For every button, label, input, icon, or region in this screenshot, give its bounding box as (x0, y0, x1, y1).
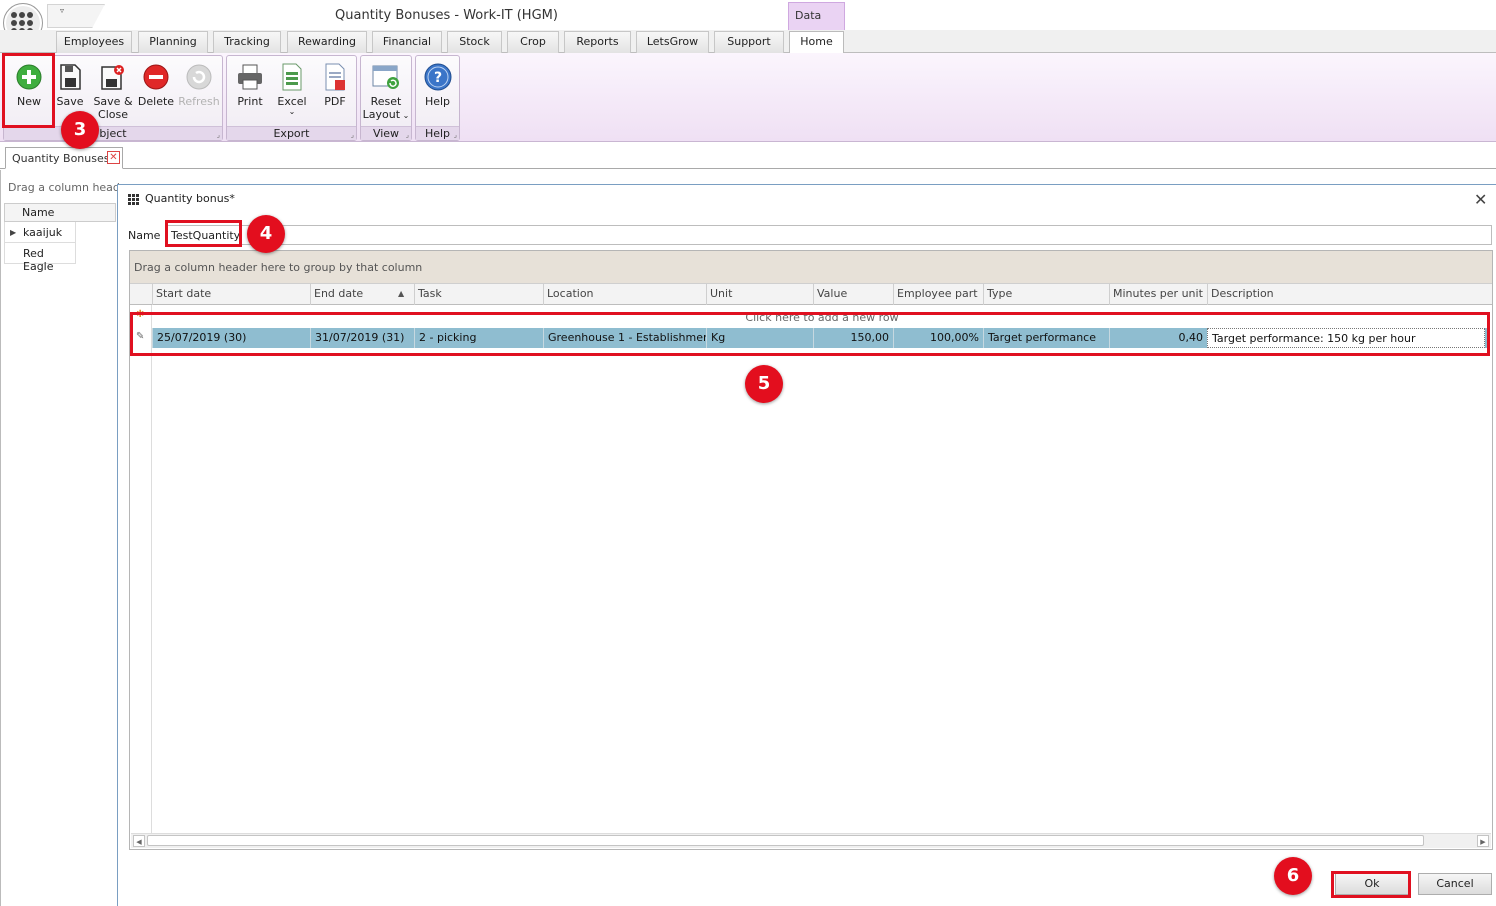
ribbon-group-view-label: View (361, 126, 411, 140)
refresh-button-label: Refresh (178, 95, 220, 108)
delete-button-label: Delete (137, 95, 175, 108)
excel-icon (278, 63, 306, 91)
dialog-launcher-icon[interactable]: ⌟ (454, 131, 457, 139)
reset-layout-label-1: Reset (370, 95, 402, 108)
help-button[interactable]: ? Help (417, 58, 458, 124)
reset-layout-label-2: Layout (362, 108, 401, 121)
column-header-minutes-per-unit[interactable]: Minutes per unit (1109, 283, 1207, 305)
column-header-description[interactable]: Description (1207, 283, 1492, 305)
refresh-icon (185, 63, 213, 91)
app-grid-icon (128, 194, 139, 205)
reset-layout-button[interactable]: Reset Layout ⌄ (362, 58, 410, 124)
help-icon: ? (424, 63, 452, 91)
annotation-highlight-new (2, 53, 55, 128)
dialog-launcher-icon[interactable]: ⌟ (406, 131, 409, 139)
annotation-badge-4: 4 (247, 215, 285, 253)
delete-button[interactable]: Delete (136, 58, 176, 124)
column-header-type[interactable]: Type (983, 283, 1109, 305)
scroll-right-icon[interactable]: ▶ (1477, 835, 1489, 847)
list-item-label: kaaijuk (23, 226, 63, 239)
dialog-launcher-icon[interactable]: ⌟ (217, 131, 220, 139)
help-button-label: Help (424, 95, 451, 108)
annotation-badge-3: 3 (61, 111, 99, 149)
name-label: Name (128, 229, 161, 242)
save-close-button[interactable]: Save & Close (90, 58, 136, 124)
save-close-label-2: Close (98, 108, 128, 121)
delete-icon (142, 63, 170, 91)
ribbon (0, 53, 1496, 142)
tab-support[interactable]: Support (714, 31, 784, 53)
save-close-icon (99, 63, 127, 91)
row-indicator-icon: ▶ (10, 228, 17, 237)
tab-financial[interactable]: Financial (372, 31, 442, 53)
ribbon-group-help-label: Help (416, 126, 459, 140)
printer-icon (236, 63, 264, 91)
cancel-button[interactable]: Cancel (1418, 873, 1492, 895)
row-indicator-column (130, 305, 152, 833)
group-by-panel-text: Drag a column header here to group by th… (134, 261, 423, 274)
annotation-highlight-row (130, 312, 1490, 356)
print-button[interactable]: Print (229, 58, 271, 124)
reset-layout-icon (372, 63, 400, 91)
background-grid-header (4, 203, 116, 222)
ribbon-group-object-label: bject (4, 126, 222, 140)
annotation-highlight-name (165, 220, 242, 247)
chevron-down-icon: ⌄ (288, 107, 296, 116)
document-tab-bar (0, 142, 1496, 169)
column-header-start-date[interactable]: Start date (152, 283, 310, 305)
pdf-icon (321, 63, 349, 91)
annotation-badge-5: 5 (745, 365, 783, 403)
background-group-panel-text: Drag a column header (8, 181, 132, 194)
scroll-left-icon[interactable]: ◀ (133, 835, 145, 847)
tab-home[interactable]: Home (789, 31, 844, 54)
background-panel (0, 170, 118, 906)
pdf-button[interactable]: PDF (315, 58, 355, 124)
refresh-button[interactable]: Refresh (178, 58, 220, 124)
dialog-title: Quantity bonus* (145, 192, 235, 205)
save-close-label-1: Save & (93, 95, 133, 108)
column-header-name[interactable]: Name (22, 206, 54, 219)
save-button-label: Save (56, 95, 84, 108)
ribbon-group-view: Reset Layout ⌄ View ⌟ (360, 55, 412, 141)
save-icon (56, 63, 84, 91)
column-header-unit[interactable]: Unit (706, 283, 813, 305)
pdf-button-label: PDF (324, 95, 346, 108)
tab-reports[interactable]: Reports (564, 31, 631, 53)
column-header-value[interactable]: Value (813, 283, 893, 305)
dialog-launcher-icon[interactable]: ⌟ (351, 131, 354, 139)
document-tab-label: Quantity Bonuses (12, 152, 110, 165)
chevron-down-icon: ⌄ (400, 111, 410, 120)
tab-crop[interactable]: Crop (507, 31, 559, 53)
tab-rewarding[interactable]: Rewarding (287, 31, 367, 53)
list-item-label: Red Eagle (23, 247, 54, 273)
context-tab-group-label: Data (795, 9, 822, 22)
ribbon-group-help: ? Help Help ⌟ (415, 55, 460, 141)
tab-tracking[interactable]: Tracking (213, 31, 281, 53)
annotation-highlight-ok (1331, 871, 1411, 898)
svg-text:?: ? (433, 70, 441, 86)
tab-stock[interactable]: Stock (447, 31, 502, 53)
excel-button[interactable]: Excel ⌄ (271, 58, 313, 124)
annotation-badge-6: 6 (1274, 857, 1312, 895)
column-header-location[interactable]: Location (543, 283, 706, 305)
ribbon-group-export: Print Excel ⌄ PDF Export ⌟ (226, 55, 357, 141)
ribbon-group-export-label: Export (227, 126, 356, 140)
tab-employees[interactable]: Employees (56, 31, 132, 53)
tab-letsgrow[interactable]: LetsGrow (636, 31, 709, 53)
list-item[interactable]: Red Eagle (4, 243, 76, 273)
window-title: Quantity Bonuses - Work-IT (HGM) (335, 8, 558, 23)
close-icon[interactable]: ✕ (107, 151, 120, 164)
close-icon[interactable]: ✕ (1474, 190, 1487, 209)
sort-ascending-icon: ▲ (398, 289, 405, 298)
column-header-task[interactable]: Task (414, 283, 543, 305)
column-header-employee-part[interactable]: Employee part (893, 283, 983, 305)
tab-planning[interactable]: Planning (138, 31, 208, 53)
name-field[interactable] (165, 225, 1492, 245)
scrollbar-thumb[interactable] (147, 835, 1424, 846)
print-button-label: Print (237, 95, 263, 108)
